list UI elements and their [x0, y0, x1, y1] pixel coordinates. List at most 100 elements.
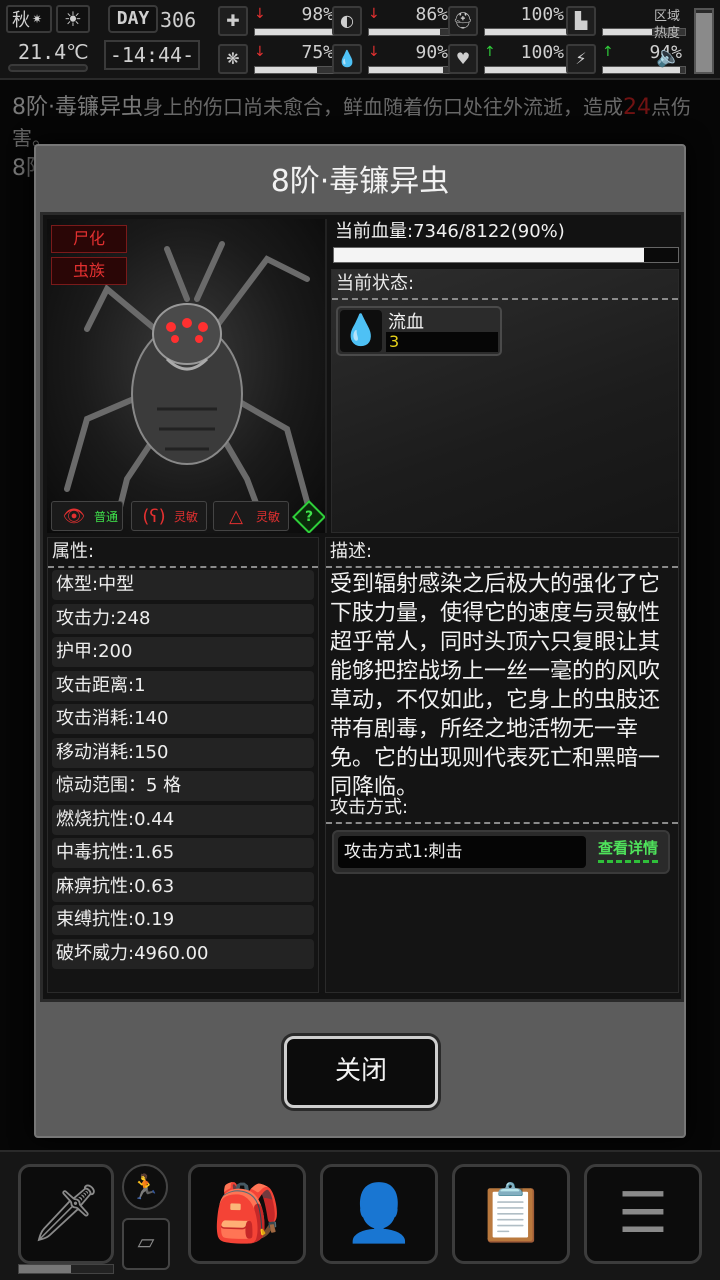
stat-mood: ♥ ↑ 100%	[448, 42, 568, 76]
stat-value: 100%	[520, 42, 564, 63]
speaker-icon[interactable]: 🔈	[656, 44, 681, 68]
quick-slot-button[interactable]: ▱	[122, 1218, 170, 1270]
sense-smell-label: 灵敏	[256, 509, 281, 524]
sense-sight-label: 普通	[93, 509, 118, 524]
attribute-row: 攻击消耗:140	[52, 704, 314, 734]
hp-section: 当前血量:7346/8122(90%)	[333, 219, 679, 267]
stat-value: 100%	[520, 4, 564, 25]
description-label: 描述:	[326, 538, 678, 568]
brain-icon: ❋	[218, 44, 248, 74]
arrow-down-icon: ↓	[254, 44, 266, 60]
weapon-slot-button[interactable]: 🗡	[18, 1164, 114, 1264]
stat-bar	[254, 28, 338, 36]
running-man-icon[interactable]: 🏃	[122, 1164, 168, 1210]
stat-bar	[254, 66, 338, 74]
stat-armor: ⛑ 100%	[448, 4, 568, 38]
arrow-up-icon: ↑	[602, 44, 614, 60]
region-heat-bar	[694, 8, 714, 74]
attributes-section: 属性: 体型:中型 攻击力:248 护甲:200 攻击距离:1 攻击消耗:140 移动消耗…	[47, 537, 319, 993]
backpack-icon: 🎒	[212, 1181, 282, 1246]
attribute-row: 麻痹抗性:0.63	[52, 871, 314, 902]
stat-health: ✚ ↓ 98%	[218, 4, 338, 38]
menu-button[interactable]: ☰	[584, 1164, 702, 1264]
close-button[interactable]: 关闭	[284, 1036, 438, 1108]
region-heat-label: 区域热度	[654, 9, 681, 41]
wind-icon: ✷	[32, 12, 43, 26]
stat-value: 98%	[301, 4, 334, 25]
backpack-button[interactable]: 🎒	[188, 1164, 306, 1264]
description-text: 受到辐射感染之后极大的强化了它下肢力量，使得它的速度与灵敏性超乎常人，同时头顶六…	[330, 572, 661, 800]
attribute-row: 护甲:200	[52, 637, 314, 667]
notes-button[interactable]: 📋	[452, 1164, 570, 1264]
attribute-row: 惊动范围：5 格	[52, 771, 314, 801]
arrow-down-icon: ↓	[254, 6, 266, 22]
stat-value: 75%	[301, 42, 334, 63]
stat-bar	[368, 28, 452, 36]
sense-hearing: (ʕ) 灵敏	[131, 501, 207, 531]
stat-bar	[484, 66, 568, 74]
attack-name: 攻击方式1:刺击	[338, 836, 586, 868]
thermometer-icon	[8, 64, 88, 72]
enemy-info-dialog: 8阶·毒镰异虫 尸化 虫族 👁 普通 (ʕ) 灵敏 △ 灵敏 ? 当前血量:73…	[34, 144, 686, 1138]
effect-stacks: 3	[386, 332, 498, 352]
arrow-down-icon: ↓	[368, 44, 380, 60]
bottom-toolbar: 🗡 🏃 ▱ 🎒 👤 📋 ☰	[0, 1150, 720, 1280]
stat-thirst: 💧 ↓ 90%	[332, 42, 452, 76]
sense-hearing-label: 灵敏	[174, 509, 199, 524]
effect-bleeding[interactable]: 💧 流血 3	[336, 306, 502, 356]
attribute-row: 中毒抗性:1.65	[52, 838, 314, 868]
heart-icon: ♥	[448, 44, 478, 74]
attack-label: 攻击方式:	[326, 794, 678, 824]
menu-list-icon: ☰	[617, 1181, 669, 1246]
hp-text: 当前血量:7346/8122(90%)	[335, 221, 565, 242]
stat-bar	[368, 66, 452, 74]
ear-icon: (ʕ)	[142, 505, 166, 527]
stat-value: 90%	[415, 42, 448, 63]
head-brain-icon: 👤	[344, 1181, 414, 1246]
skills-button[interactable]: 👤	[320, 1164, 438, 1264]
stat-bar	[484, 28, 568, 36]
attribute-row: 燃烧抗性:0.44	[52, 804, 314, 835]
hp-bar	[333, 247, 679, 263]
arrow-down-icon: ↓	[368, 6, 380, 22]
tag-insectoid: 虫族	[51, 257, 127, 285]
sense-sight: 👁 普通	[51, 501, 123, 531]
day-counter: 306	[160, 8, 197, 32]
weapon-durability-bar	[18, 1264, 114, 1274]
helmet-icon: ⛑	[448, 6, 478, 36]
eye-icon: 👁	[62, 505, 86, 527]
enemy-info-panel: 尸化 虫族 👁 普通 (ʕ) 灵敏 △ 灵敏 ? 当前血量:7346/8122(…	[40, 212, 684, 1002]
view-details-button[interactable]: 查看详情	[598, 836, 659, 863]
season-label: 秋	[12, 10, 30, 31]
attribute-row: 攻击力:248	[52, 603, 314, 634]
enemy-portrait: 尸化 虫族 👁 普通 (ʕ) 灵敏 △ 灵敏 ?	[47, 219, 327, 533]
blood-drop-icon: 💧	[340, 310, 382, 352]
attribute-row: 体型:中型	[52, 570, 314, 600]
notebook-icon: 📋	[476, 1181, 546, 1246]
day-label: DAY	[108, 5, 158, 33]
tag-zombified: 尸化	[51, 225, 127, 253]
water-drop-icon: 💧	[332, 44, 362, 74]
attack-row: 攻击方式1:刺击 查看详情	[332, 830, 670, 874]
stat-value: 86%	[415, 4, 448, 25]
attribute-row: 破坏威力:4960.00	[52, 938, 314, 969]
temperature: 21.4℃	[18, 40, 89, 64]
enemy-title: 8阶·毒镰异虫	[270, 164, 450, 199]
game-clock: -14:44-	[104, 40, 200, 70]
medkit-icon: ✚	[218, 6, 248, 36]
bolt-icon: ⚡	[566, 44, 596, 74]
attribute-row: 束缚抗性:0.19	[52, 905, 314, 935]
effect-name: 流血	[388, 312, 424, 333]
description-section: 描述: 受到辐射感染之后极大的强化了它下肢力量，使得它的速度与灵敏性超乎常人，同…	[325, 537, 679, 993]
sense-smell: △ 灵敏	[213, 501, 289, 531]
boot-icon: ▙	[566, 6, 596, 36]
attributes-label: 属性:	[48, 538, 318, 568]
season-indicator: 秋 ✷	[6, 5, 52, 33]
status-label: 当前状态:	[332, 270, 678, 300]
nose-icon: △	[229, 505, 243, 527]
attribute-row: 攻击距离:1	[52, 670, 314, 701]
top-status-bar: 秋 ✷ ☀ DAY 306 21.4℃ -14:44- ✚ ↓ 98% ◐ ↓ 86% ⛑ 1…	[0, 0, 720, 80]
attribute-row: 移动消耗:150	[52, 737, 314, 768]
sun-icon: ☀	[56, 5, 90, 33]
knife-icon: 🗡	[30, 1181, 102, 1246]
